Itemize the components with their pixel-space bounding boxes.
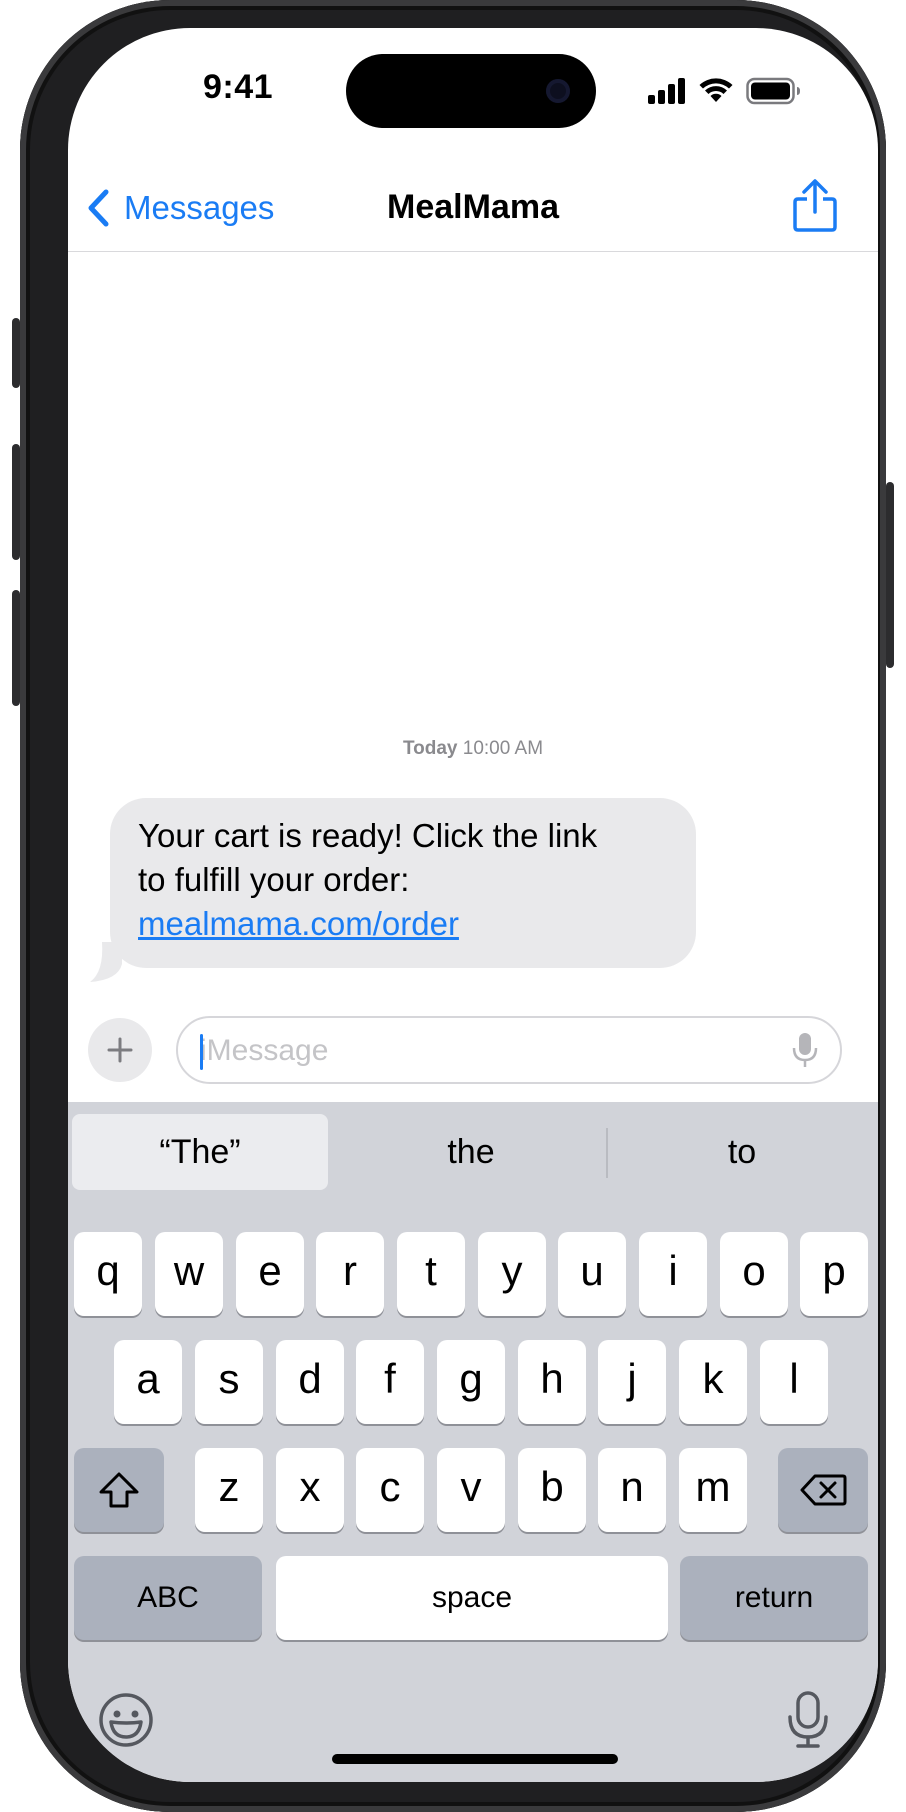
key-y[interactable]: y [478,1232,546,1316]
share-button[interactable] [790,178,840,234]
return-key[interactable]: return [680,1556,868,1640]
keyboard: “The” the to q w e r t y u i o p a s d f… [68,1102,878,1782]
message-input[interactable]: iMessage [176,1016,842,1084]
dynamic-island [346,54,596,128]
message-text-line-2: to fulfill your order: [138,861,410,898]
key-g[interactable]: g [437,1340,505,1424]
message-text-line-1: Your cart is ready! Click the link [138,817,598,854]
battery-icon [746,77,800,105]
key-h[interactable]: h [518,1340,586,1424]
back-label: Messages [124,189,275,226]
wifi-icon [699,78,733,102]
front-camera [546,79,570,103]
key-x[interactable]: x [276,1448,344,1532]
key-p[interactable]: p [800,1232,868,1316]
space-key[interactable]: space [276,1556,668,1640]
order-link[interactable]: mealmama.com/order [138,902,668,946]
emoji-icon[interactable] [98,1692,154,1748]
key-v[interactable]: v [437,1448,505,1532]
phone-frame: 9:41 Messages MealMama Today 10:00 AM Yo… [12,0,894,1812]
suggestion-divider [606,1128,608,1178]
dictation-microphone-icon[interactable] [786,1690,830,1750]
key-b[interactable]: b [518,1448,586,1532]
status-bar: 9:41 [68,28,878,158]
key-f[interactable]: f [356,1340,424,1424]
key-q[interactable]: q [74,1232,142,1316]
incoming-message-bubble[interactable]: Your cart is ready! Click the link to fu… [110,798,696,968]
share-icon [793,179,837,232]
text-cursor [200,1034,203,1070]
key-r[interactable]: r [316,1232,384,1316]
abc-key[interactable]: ABC [74,1556,262,1640]
plus-icon [107,1037,133,1063]
cellular-signal-icon [648,78,685,104]
key-c[interactable]: c [356,1448,424,1532]
nav-bar: Messages MealMama [68,158,878,252]
backspace-icon [800,1474,847,1506]
message-input-placeholder: iMessage [200,1034,329,1067]
timestamp-day: Today [402,738,458,759]
key-u[interactable]: u [558,1232,626,1316]
action-button [12,318,20,388]
suggestion-3[interactable]: to [610,1114,874,1190]
shift-icon [99,1472,139,1508]
volume-up-button [12,444,20,560]
key-j[interactable]: j [598,1340,666,1424]
key-l[interactable]: l [760,1340,828,1424]
key-i[interactable]: i [639,1232,707,1316]
volume-down-button [12,590,20,706]
key-a[interactable]: a [114,1340,182,1424]
key-d[interactable]: d [276,1340,344,1424]
chevron-left-icon [88,189,109,227]
key-w[interactable]: w [155,1232,223,1316]
key-o[interactable]: o [720,1232,788,1316]
key-k[interactable]: k [679,1340,747,1424]
back-button[interactable]: Messages [86,186,274,230]
suggestion-2[interactable]: the [338,1114,604,1190]
key-m[interactable]: m [679,1448,747,1532]
power-button [886,482,894,668]
key-e[interactable]: e [236,1232,304,1316]
key-n[interactable]: n [598,1448,666,1532]
conversation-title: MealMama [387,188,559,226]
delete-key[interactable] [778,1448,868,1532]
predictive-bar: “The” the to [68,1102,878,1198]
screen: 9:41 Messages MealMama Today 10:00 AM Yo… [68,28,878,1782]
shift-key[interactable] [74,1448,164,1532]
microphone-icon[interactable] [792,1032,818,1070]
home-indicator[interactable] [332,1754,618,1764]
message-timestamp: Today 10:00 AM [68,738,878,760]
key-z[interactable]: z [195,1448,263,1532]
add-attachment-button[interactable] [88,1018,152,1082]
key-s[interactable]: s [195,1340,263,1424]
status-time: 9:41 [202,68,274,106]
timestamp-time: 10:00 AM [462,738,544,759]
suggestion-1[interactable]: “The” [72,1114,328,1190]
key-t[interactable]: t [397,1232,465,1316]
